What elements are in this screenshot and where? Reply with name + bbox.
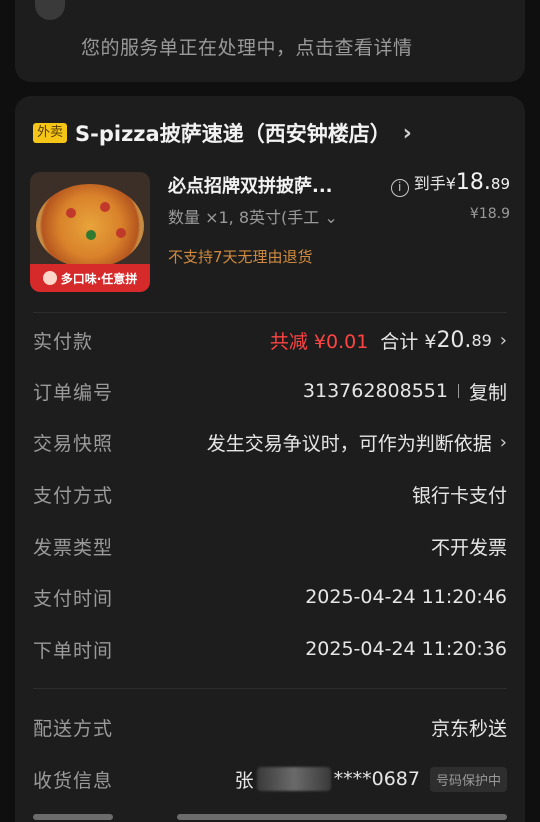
order-number: 313762808551 bbox=[302, 380, 448, 402]
separator bbox=[457, 384, 459, 398]
original-price: ¥18.9 bbox=[469, 206, 510, 222]
redacted-name bbox=[256, 767, 331, 791]
topping-dot bbox=[66, 208, 76, 218]
delivery-method-value: 京东秒送 bbox=[430, 717, 507, 740]
number-protection-badge: 号码保护中 bbox=[429, 766, 507, 792]
store-header[interactable]: 外卖 S-pizza披萨速递（西安钟楼店） › bbox=[33, 116, 412, 150]
row-label: 订单编号 bbox=[33, 381, 114, 404]
order-time-value: 2025-04-24 11:20:36 bbox=[305, 638, 507, 660]
copy-button[interactable]: 复制 bbox=[469, 378, 507, 405]
total-integer: 20. bbox=[436, 327, 472, 353]
price-integer: 18. bbox=[455, 170, 491, 195]
row-label: 实付款 bbox=[33, 330, 94, 353]
row-label: 下单时间 bbox=[33, 639, 114, 662]
chevron-right-icon: › bbox=[402, 120, 412, 146]
discount-amount: 共减 ¥0.01 bbox=[269, 330, 369, 353]
price-decimal: 89 bbox=[490, 175, 510, 193]
service-avatar-icon bbox=[35, 0, 65, 20]
price-label: 到手 bbox=[413, 174, 446, 193]
product-image-banner-text: 多口味·任意拼 bbox=[60, 271, 138, 286]
return-policy-note: 不支持7天无理由退货 bbox=[168, 248, 313, 266]
row-trade-snapshot[interactable]: 交易快照 发生交易争议时，可作为判断依据 › bbox=[33, 427, 507, 457]
row-label: 收货信息 bbox=[33, 769, 114, 792]
row-delivery-method: 配送方式 京东秒送 bbox=[33, 712, 507, 742]
delivery-tag: 外卖 bbox=[33, 123, 68, 143]
next-row-cutoff bbox=[33, 814, 507, 822]
recipient-name: 张 bbox=[234, 769, 254, 792]
info-icon[interactable]: i bbox=[390, 179, 409, 197]
divider bbox=[33, 688, 507, 689]
service-status-card[interactable]: 您的服务单正在处理中，点击查看详情 bbox=[15, 0, 525, 82]
total-decimal: 89 bbox=[471, 330, 492, 350]
recipient-phone: ****0687 bbox=[333, 768, 420, 790]
payment-method-value: 银行卡支付 bbox=[411, 484, 507, 507]
price-currency: ¥ bbox=[445, 174, 456, 193]
row-label: 配送方式 bbox=[33, 717, 114, 740]
pizza-illustration bbox=[36, 184, 144, 268]
invoice-type-value: 不开发票 bbox=[430, 536, 507, 559]
row-payment-amount[interactable]: 实付款 共减 ¥0.01 合计 ¥ 20. 89 › bbox=[33, 325, 507, 355]
row-label: 支付时间 bbox=[33, 587, 114, 610]
row-payment-time: 支付时间 2025-04-24 11:20:46 bbox=[33, 582, 507, 612]
store-name: S-pizza披萨速递（西安钟楼店） bbox=[75, 122, 391, 146]
product-title[interactable]: 必点招牌双拼披萨... bbox=[168, 172, 333, 198]
product-spec[interactable]: 数量 ×1, 8英寸(手工 ⌄ bbox=[168, 204, 338, 228]
service-status-text: 您的服务单正在处理中，点击查看详情 bbox=[81, 37, 413, 59]
row-order-number: 订单编号 313762808551 复制 bbox=[33, 376, 507, 406]
topping-dot bbox=[86, 230, 96, 240]
row-label: 交易快照 bbox=[33, 432, 114, 455]
product-image[interactable]: 多口味·任意拼 bbox=[30, 172, 150, 292]
row-invoice-type: 发票类型 不开发票 bbox=[33, 531, 507, 561]
total-prefix: 合计 ¥ bbox=[380, 330, 437, 353]
chevron-right-icon: › bbox=[499, 329, 507, 351]
row-payment-method: 支付方式 银行卡支付 bbox=[33, 479, 507, 509]
payment-time-value: 2025-04-24 11:20:46 bbox=[305, 586, 507, 608]
product-image-banner: 多口味·任意拼 bbox=[30, 264, 150, 292]
row-label: 发票类型 bbox=[33, 536, 114, 559]
row-label: 支付方式 bbox=[33, 484, 114, 507]
snapshot-text: 发生交易争议时，可作为判断依据 bbox=[206, 432, 492, 455]
chevron-right-icon: › bbox=[499, 431, 507, 453]
row-order-time: 下单时间 2025-04-24 11:20:36 bbox=[33, 634, 507, 664]
row-recipient-info[interactable]: 收货信息 张 ****0687 号码保护中 bbox=[33, 764, 507, 794]
final-price[interactable]: i 到手 ¥ 18. 89 bbox=[390, 170, 510, 197]
topping-dot bbox=[100, 202, 110, 212]
order-detail-card: 外卖 S-pizza披萨速递（西安钟楼店） › 多口味·任意拼 必点招牌双拼披萨… bbox=[15, 96, 525, 822]
divider bbox=[33, 312, 507, 313]
topping-dot bbox=[116, 228, 126, 238]
brand-logo-icon bbox=[42, 271, 57, 285]
